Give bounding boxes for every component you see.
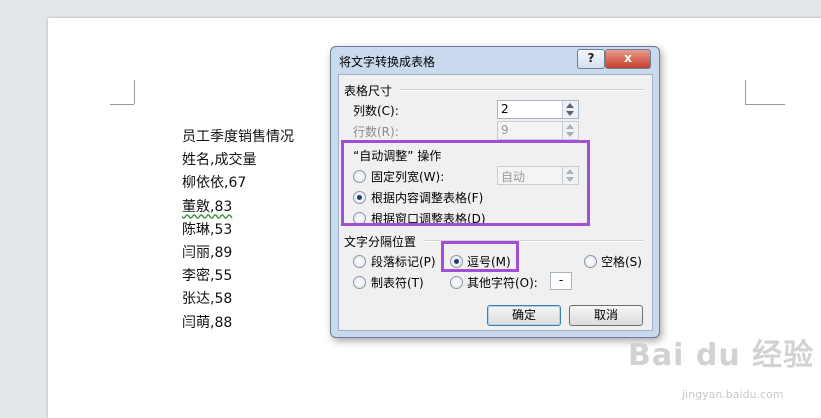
separator-section: 文字分隔位置: [344, 235, 417, 249]
cols-label: 列数(C):: [353, 104, 399, 118]
cols-spinner[interactable]: 2: [497, 100, 579, 119]
cols-value: 2: [501, 102, 509, 116]
other-char-radio[interactable]: [450, 276, 463, 289]
autofit-highlight-box: [341, 140, 590, 226]
dialog-body: 表格尺寸 列数(C): 2 行数(R): 9 “自动调整” 操作 固定列宽(W)…: [338, 74, 653, 331]
paragraph-mark-label[interactable]: 段落标记(P): [371, 253, 436, 270]
doc-line: 闫丽,89: [182, 244, 233, 261]
table-size-section: 表格尺寸: [344, 84, 393, 98]
baidu-watermark: Bai du 经验: [628, 338, 815, 373]
doc-line: 闫萌,88: [182, 314, 233, 331]
close-button[interactable]: x: [605, 49, 651, 69]
space-label[interactable]: 空格(S): [601, 253, 642, 270]
dialog-title: 将文字转换成表格: [339, 55, 436, 69]
help-button[interactable]: ?: [577, 49, 605, 69]
comma-highlight-box: [441, 241, 519, 272]
tab-label[interactable]: 制表符(T): [371, 274, 424, 291]
doc-line: 员工季度销售情况: [182, 129, 294, 145]
doc-line: 陈琳,53: [182, 221, 233, 238]
margin-mark-left-h: [110, 104, 134, 105]
other-char-label[interactable]: 其他字符(O):: [467, 274, 538, 291]
rows-spin-arrows: [562, 122, 578, 139]
margin-mark-right: [745, 80, 746, 104]
space-radio[interactable]: [584, 255, 597, 268]
doc-line: 姓名,成交量: [182, 152, 257, 169]
rows-label: 行数(R):: [353, 125, 399, 139]
margin-mark-left: [134, 80, 135, 104]
document-text[interactable]: 员工季度销售情况 姓名,成交量 柳依依,67 董敫,83 陈琳,53 闫丽,89…: [182, 126, 294, 335]
cancel-button[interactable]: 取消: [569, 305, 643, 326]
paragraph-mark-radio[interactable]: [353, 255, 366, 268]
rows-spinner: 9: [497, 121, 579, 140]
dialog-titlebar[interactable]: 将文字转换成表格 ? x: [331, 47, 659, 73]
cols-spin-arrows[interactable]: [562, 101, 578, 118]
watermark-url: jingyan.baidu.com: [682, 388, 784, 401]
other-char-input[interactable]: -: [550, 272, 572, 290]
margin-mark-right-h: [745, 104, 785, 105]
doc-line: 柳依依,67: [182, 175, 247, 192]
doc-line: 张达,58: [182, 291, 233, 308]
rows-value: 9: [501, 123, 509, 137]
section-divider: [399, 89, 644, 91]
convert-text-to-table-dialog: 将文字转换成表格 ? x 表格尺寸 列数(C): 2 行数(R): 9 “自动调…: [330, 46, 660, 338]
doc-line: 董敫,83: [182, 198, 233, 215]
ok-button[interactable]: 确定: [487, 305, 561, 326]
doc-line: 李密,55: [182, 268, 233, 285]
tab-radio[interactable]: [353, 276, 366, 289]
